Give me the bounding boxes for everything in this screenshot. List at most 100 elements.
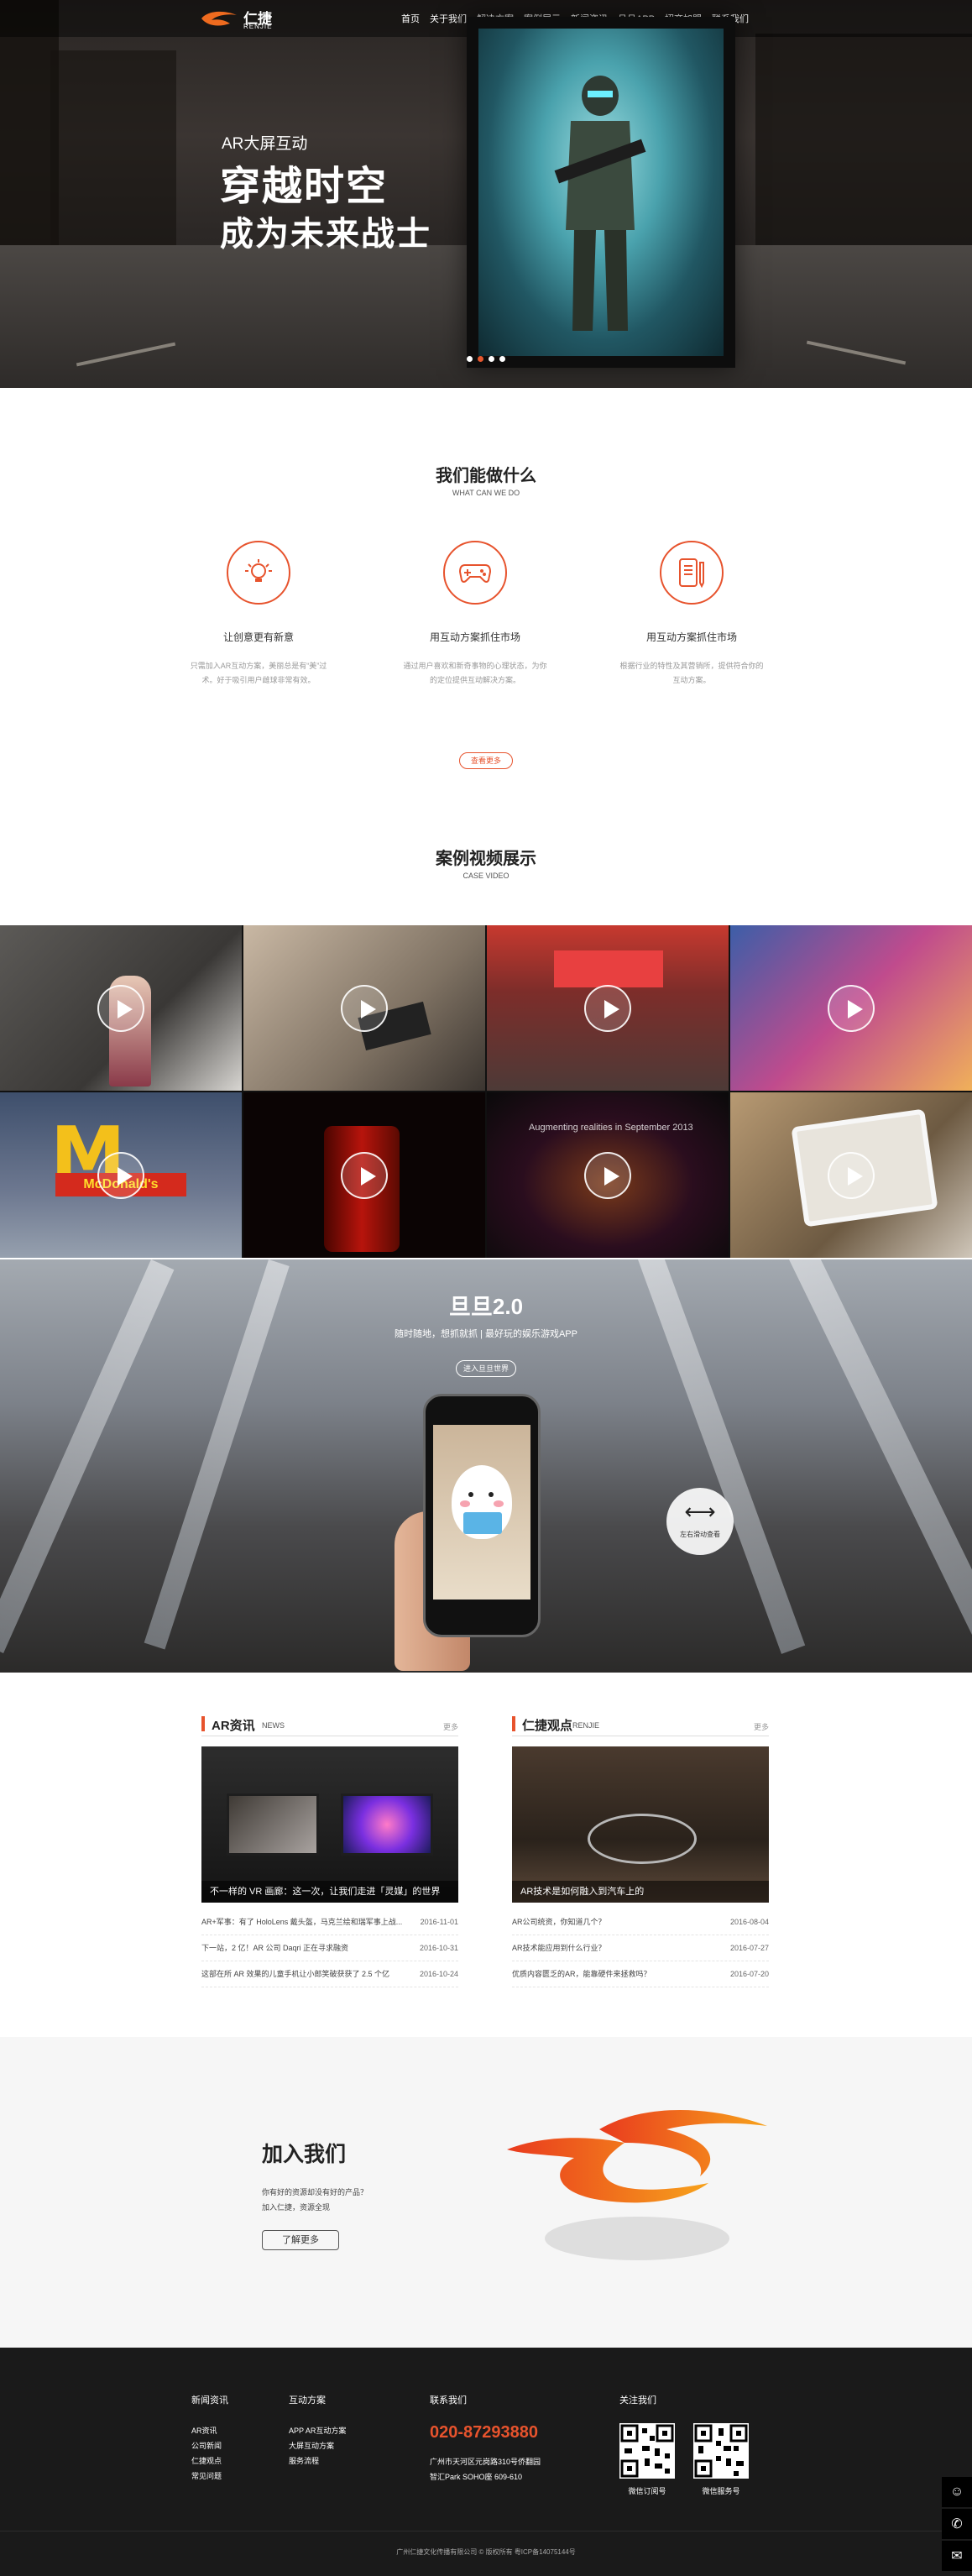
video-tile-coca-cola[interactable] <box>243 1092 485 1258</box>
contact-phone[interactable]: 020-87293880 <box>430 2423 541 2442</box>
news-list: AR公司统资，你知道几个？ 2016-08-04 AR技术能应用到什么行业？ 201… <box>512 1909 769 1987</box>
video-tile-mcdonalds[interactable]: M McDonald's <box>0 1092 242 1258</box>
video-tile-fashion-store[interactable] <box>0 925 242 1091</box>
video-tile-augmenting-realities[interactable]: Augmenting realities in September 2013 <box>487 1092 729 1258</box>
feature-interactive: 用互动方案抓住市场 通过用户喜欢和新奇事物的心理状态，为你的定位提供互动解决方案… <box>391 541 559 688</box>
phone-icon[interactable]: ✆ <box>942 2509 972 2539</box>
footer-heading: 联系我们 <box>430 2395 467 2406</box>
news-item[interactable]: 下一站，2 亿！AR 公司 Daqri 正在寻求融资 2016-10-31 <box>201 1935 458 1961</box>
footer-link[interactable]: 公司新闻 <box>191 2438 228 2453</box>
qr-service: 微信服务号 <box>693 2423 749 2496</box>
feature-desc: 通过用户喜欢和新奇事物的心理状态，为你的定位提供互动解决方案。 <box>403 662 547 684</box>
egg-mascot-icon <box>452 1465 512 1539</box>
footer-link[interactable]: 服务流程 <box>289 2453 346 2469</box>
news-more-link[interactable]: 更多 <box>754 1721 769 1732</box>
play-icon[interactable] <box>828 1151 875 1199</box>
enter-app-button[interactable]: 进入旦旦世界 <box>456 1360 516 1377</box>
qq-icon[interactable]: ☺ <box>942 2477 972 2507</box>
app-subtitle: 随时随地，想抓就抓 | 最好玩的娱乐游戏APP <box>395 1329 577 1339</box>
nav-home[interactable]: 首页 <box>396 12 425 25</box>
video-tile-colorful-wall[interactable] <box>730 925 972 1091</box>
swipe-hint[interactable]: ⟷ 左右滑动查看 <box>666 1488 734 1555</box>
slide-dot-active[interactable] <box>478 356 483 362</box>
news-image-caption: AR技术是如何融入到汽车上的 <box>512 1881 769 1903</box>
play-icon[interactable] <box>341 984 388 1032</box>
flame-logo-icon <box>201 11 237 26</box>
video-tile-hand-table[interactable] <box>243 925 485 1091</box>
play-icon[interactable] <box>584 984 631 1032</box>
feature-title: 让创意更有新意 <box>222 631 294 643</box>
logo-subtext: RENJIE <box>243 23 273 30</box>
footer-heading: 互动方案 <box>289 2395 326 2406</box>
copyright: 广州仁捷文化传播有限公司 © 版权所有 粤ICP备14075144号 <box>396 2548 576 2556</box>
phone-screen <box>433 1425 530 1600</box>
footer-link[interactable]: AR资讯 <box>191 2423 228 2438</box>
contact-address: 广州市天河区元岗路310号侨翻园 <box>430 2458 541 2466</box>
slide-dot[interactable] <box>467 356 473 362</box>
video-tile-tablet-ar[interactable] <box>730 1092 972 1258</box>
video-caption: Augmenting realities in September 2013 <box>529 1123 693 1133</box>
news-image-caption: 不一样的 VR 画廊：这一次，让我们走进「灵媒」的世界 <box>201 1881 458 1903</box>
brand-logo[interactable]: 仁捷 RENJIE <box>200 7 284 30</box>
services-title: 我们能做什么 <box>436 467 536 485</box>
services-more-button[interactable]: 查看更多 <box>459 752 513 769</box>
hero-title-2: 成为未来战士 <box>220 216 431 253</box>
footer-col-contact: 联系我们 020-87293880 广州市天河区元岗路310号侨翻园 智汇Par… <box>430 2393 541 2484</box>
feature-desc: 只需加入AR互动方案，美丽总是有“美”过术。好于吸引用户雌球非常有效。 <box>190 662 327 684</box>
qr-subscription: 微信订阅号 <box>619 2423 675 2496</box>
news-item[interactable]: AR公司统资，你知道几个？ 2016-08-04 <box>512 1909 769 1935</box>
footer-link[interactable]: 大屏互动方案 <box>289 2438 346 2453</box>
feature-creative: 让创意更有新意 只需加入AR互动方案，美丽总是有“美”过术。好于吸引用户雌球非常… <box>175 541 342 688</box>
footer-link[interactable]: 常见问题 <box>191 2469 228 2484</box>
footer-col-news: 新闻资讯 AR资讯 公司新闻 仁捷观点 常见问题 <box>191 2393 228 2484</box>
news-title-en: RENJIE <box>572 1721 600 1730</box>
lightbulb-icon <box>227 541 290 605</box>
app-banner: 旦旦2.0 随时随地，想抓就抓 | 最好玩的娱乐游戏APP 进入旦旦世界 ⟷ 左… <box>0 1259 972 1673</box>
footer-heading: 新闻资讯 <box>191 2395 228 2406</box>
play-icon[interactable] <box>341 1151 388 1199</box>
join-desc: 你有好的资源却没有好的产品？ 加入仁捷，资源全现 <box>262 2185 368 2215</box>
feature-title: 用互动方案抓住市场 <box>645 631 737 643</box>
news-item[interactable]: 这部在所 AR 效果的儿童手机让小郎笑破获获了 2.5 个亿 2016-10-24 <box>201 1961 458 1987</box>
feature-title: 用互动方案抓住市场 <box>429 631 520 643</box>
news-item[interactable]: 优质内容匮乏的AR，能靠硬件来拯救吗？ 2016-07-20 <box>512 1961 769 1987</box>
slide-dot[interactable] <box>489 356 494 362</box>
footer-link[interactable]: 仁捷观点 <box>191 2453 228 2469</box>
soldier-figure <box>554 76 646 331</box>
services-subtitle: WHAT CAN WE DO <box>452 489 520 497</box>
learn-more-button[interactable]: 了解更多 <box>262 2230 339 2250</box>
cases-title: 案例视频展示 <box>436 850 536 868</box>
footer-link[interactable]: APP AR互动方案 <box>289 2423 346 2438</box>
news-column-renjie: 仁捷观点 RENJIE 更多 AR技术是如何融入到汽车上的 AR公司统资，你知道… <box>512 1715 769 1987</box>
play-icon[interactable] <box>97 984 144 1032</box>
video-grid: M McDonald's Augmenting realities in Sep… <box>0 925 972 1258</box>
news-more-link[interactable]: 更多 <box>443 1721 458 1732</box>
news-feature-image[interactable]: AR技术是如何融入到汽车上的 <box>512 1746 769 1903</box>
video-tile-mall-event[interactable] <box>487 925 729 1091</box>
feature-market: 用互动方案抓住市场 根据行业的特性及其营销所，提供符合你的互动方案。 <box>608 541 776 688</box>
accent-bar <box>512 1716 515 1731</box>
hero-poster <box>467 17 735 368</box>
nav-about[interactable]: 关于我们 <box>425 12 472 25</box>
accent-bar <box>201 1716 205 1731</box>
slide-dot[interactable] <box>499 356 505 362</box>
play-icon[interactable] <box>584 1151 631 1199</box>
qr-code-icon <box>619 2423 675 2479</box>
news-item[interactable]: AR+军事：有了 HoloLens 戴头盔，马克兰绘和瑞军事上战... 2016-… <box>201 1909 458 1935</box>
wechat-icon[interactable]: ✉ <box>942 2541 972 2571</box>
hero-banner: 仁捷 RENJIE 首页 关于我们 解决方案 案例展示 新闻资讯 旦旦APP 招… <box>0 0 972 388</box>
footer-heading: 关注我们 <box>619 2395 656 2406</box>
left-right-arrow-icon: ⟷ <box>684 1499 716 1524</box>
news-item[interactable]: AR技术能应用到什么行业？ 2016-07-27 <box>512 1935 769 1961</box>
play-icon[interactable] <box>97 1151 144 1199</box>
join-desc-line: 你有好的资源却没有好的产品？ <box>262 2188 368 2196</box>
swipe-label: 左右滑动查看 <box>680 1531 720 1538</box>
footer-col-solutions: 互动方案 APP AR互动方案 大屏互动方案 服务流程 <box>289 2393 346 2469</box>
news-feature-image[interactable]: 不一样的 VR 画廊：这一次，让我们走进「灵媒」的世界 <box>201 1746 458 1903</box>
hero-title: 穿越时空 <box>220 165 389 209</box>
hero-subtitle: AR大屏互动 <box>222 135 308 153</box>
phone-pencil-icon <box>660 541 724 605</box>
contact-address: 智汇Park SOHO座 609-610 <box>430 2473 523 2481</box>
footer-col-follow: 关注我们 微信订阅号 微信服务号 <box>619 2393 749 2496</box>
play-icon[interactable] <box>828 984 875 1032</box>
